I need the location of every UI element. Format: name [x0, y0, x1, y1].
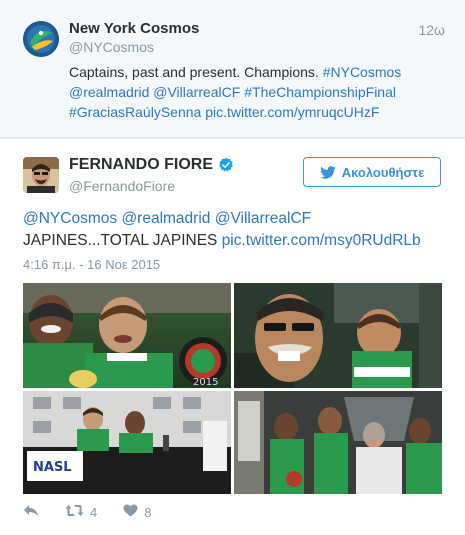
photo-4[interactable] — [234, 391, 442, 494]
cosmos-tweet[interactable]: New York Cosmos @NYCosmos 12ω Captains, … — [0, 0, 465, 138]
tweet-actions: 4 8 — [23, 502, 151, 522]
photo-3[interactable]: NASL — [23, 391, 231, 494]
tweet-text-plain: JAPINES...TOTAL JAPINES — [23, 232, 222, 249]
cosmos-tweet-text: Captains, past and present. Champions. #… — [69, 62, 429, 122]
pic-link[interactable]: pic.twitter.com/msy0RUdRLb — [222, 232, 421, 249]
pic-link[interactable]: pic.twitter.com/ymruqcUHzF — [205, 104, 379, 120]
like-button[interactable]: 8 — [123, 504, 151, 520]
tweet-date[interactable]: 4:16 π.μ. - 16 Νοε 2015 — [23, 257, 160, 272]
retweet-count: 4 — [90, 504, 98, 520]
verified-badge-icon — [218, 157, 234, 173]
twitter-bird-icon — [319, 165, 336, 179]
like-count: 8 — [144, 504, 152, 520]
svg-text:NASL: NASL — [33, 460, 72, 475]
fiore-handle[interactable]: @FernandoFiore — [69, 178, 175, 194]
fiore-tweet-text: @NYCosmos @realmadrid @VillarrealCF JAPI… — [23, 208, 443, 252]
photo-1[interactable]: 2015 — [23, 283, 231, 388]
retweet-icon — [65, 504, 84, 520]
mention-realmadrid[interactable]: @realmadrid — [69, 84, 149, 100]
mention-villarrealcf[interactable]: @VillarrealCF — [215, 210, 311, 227]
cosmos-avatar[interactable] — [23, 21, 59, 57]
fiore-name[interactable]: FERNANDO FIORE — [69, 156, 213, 174]
reply-button[interactable] — [23, 504, 39, 520]
retweet-button[interactable]: 4 — [65, 504, 97, 520]
photo-grid: 2015 NASL — [23, 283, 442, 494]
hashtag-nycosmos[interactable]: #NYCosmos — [323, 64, 402, 80]
heart-icon — [123, 504, 138, 520]
cosmos-name[interactable]: New York Cosmos — [69, 20, 199, 37]
embedded-tweet: New York Cosmos @NYCosmos 12ω Captains, … — [0, 0, 465, 535]
follow-button[interactable]: Ακολουθήστε — [303, 157, 441, 187]
fiore-name-row[interactable]: FERNANDO FIORE — [69, 156, 234, 174]
mention-realmadrid[interactable]: @realmadrid — [121, 210, 210, 227]
svg-text:2015: 2015 — [193, 377, 218, 388]
follow-label: Ακολουθήστε — [341, 164, 425, 180]
tweet-timestamp[interactable]: 12ω — [418, 22, 445, 38]
mention-nycosmos[interactable]: @NYCosmos — [23, 210, 117, 227]
photo-2[interactable] — [234, 283, 442, 388]
cosmos-handle[interactable]: @NYCosmos — [69, 39, 154, 55]
mention-villarrealcf[interactable]: @VillarrealCF — [153, 84, 240, 100]
fiore-tweet: FERNANDO FIORE @FernandoFiore Ακολουθήστ… — [0, 139, 465, 535]
reply-icon — [23, 504, 39, 520]
hashtag-championship-final[interactable]: #TheChampionshipFinal — [244, 84, 396, 100]
fiore-avatar[interactable] — [23, 157, 59, 193]
tweet-text-plain: Captains, past and present. Champions. — [69, 64, 323, 80]
hashtag-gracias[interactable]: #GraciasRaúlySenna — [69, 104, 201, 120]
